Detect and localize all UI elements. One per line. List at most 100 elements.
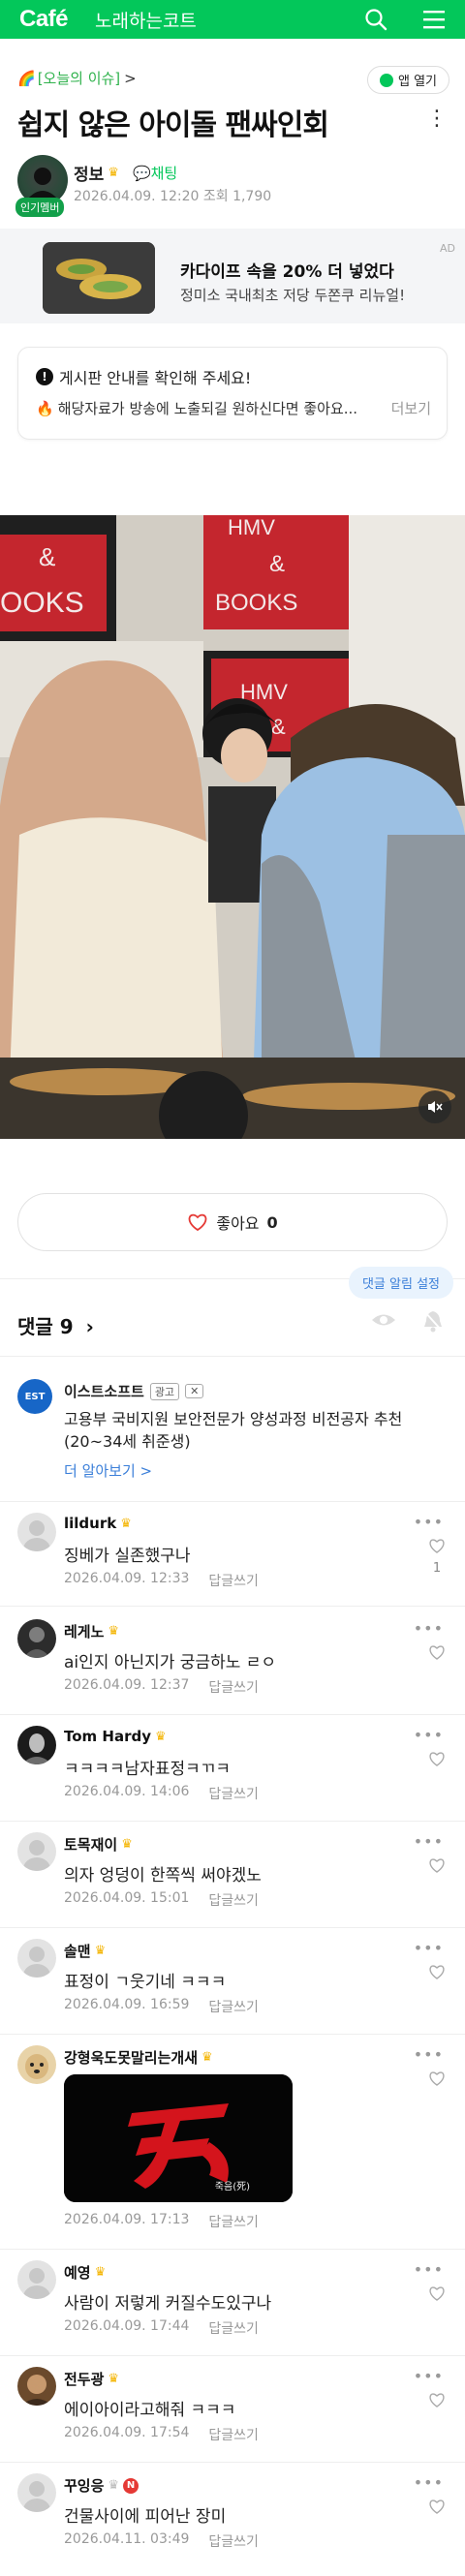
ad-banner[interactable]: 카다이프 속을 20% 더 넣었다 정미소 국내최초 저당 두쫀쿠 리뉴얼! A… bbox=[0, 229, 465, 323]
comment-more-icon[interactable]: ••• bbox=[414, 2260, 444, 2279]
reply-button[interactable]: 답글쓰기 bbox=[208, 1890, 259, 1910]
avatar[interactable] bbox=[17, 1726, 56, 1764]
rainbow-icon: 🌈 bbox=[17, 69, 36, 87]
comment-author[interactable]: 레게노 bbox=[64, 1621, 104, 1641]
avatar[interactable] bbox=[17, 2367, 56, 2406]
reply-button[interactable]: 답글쓰기 bbox=[208, 2318, 259, 2338]
comment-like-button[interactable] bbox=[428, 2392, 446, 2411]
notice-more-link[interactable]: 더보기 bbox=[391, 398, 431, 418]
reply-button[interactable]: 답글쓰기 bbox=[208, 1997, 259, 2016]
comment-like-button[interactable]: 1 bbox=[428, 1538, 446, 1576]
post-title: 쉽지 않은 아이돌 팬싸인회 bbox=[17, 108, 329, 142]
crown-icon: ♛ bbox=[94, 2265, 107, 2280]
sign1-amp: & bbox=[269, 551, 285, 577]
comment-more-icon[interactable]: ••• bbox=[414, 1513, 444, 1531]
info-icon: ! bbox=[36, 368, 53, 385]
avatar[interactable] bbox=[17, 1832, 56, 1871]
cafe-logo[interactable]: Café bbox=[19, 6, 69, 33]
comment-text: 사람이 저렇게 커질수도있구나 bbox=[64, 2294, 272, 2314]
mute-button[interactable] bbox=[418, 1090, 451, 1123]
comment-author[interactable]: 전두광 bbox=[64, 2369, 104, 2389]
avatar[interactable] bbox=[17, 2045, 56, 2084]
reply-button[interactable]: 답글쓰기 bbox=[208, 2212, 259, 2231]
reply-button[interactable]: 답글쓰기 bbox=[208, 2425, 259, 2444]
crown-icon: ♛ bbox=[121, 1837, 133, 1852]
comment-like-count: 1 bbox=[432, 1561, 442, 1576]
open-app-button[interactable]: 앱 열기 bbox=[366, 66, 450, 94]
comment-text: 징베가 실존했구나 bbox=[64, 1547, 191, 1566]
avatar[interactable] bbox=[17, 1619, 56, 1658]
board-notice[interactable]: ! 게시판 안내를 확인해 주세요! 🔥 해당자료가 방송에 노출되길 원하신다… bbox=[17, 347, 448, 440]
crown-icon: ♛ bbox=[202, 2050, 213, 2065]
post-meta: 2026.04.09. 12:20 조회 1,790 bbox=[74, 189, 272, 204]
like-count: 0 bbox=[266, 1212, 278, 1232]
bell-off-icon[interactable] bbox=[422, 1309, 444, 1336]
close-icon[interactable]: ✕ bbox=[185, 1384, 204, 1398]
avatar[interactable] bbox=[17, 1513, 56, 1551]
post-video[interactable]: & OOKS HMV & BOOKS HMV & bbox=[0, 515, 465, 1139]
comment-like-button[interactable] bbox=[428, 2285, 446, 2305]
crown-icon: ♛ bbox=[94, 1944, 107, 1958]
search-icon[interactable] bbox=[364, 8, 388, 31]
heart-icon bbox=[429, 1645, 445, 1660]
comment-like-button[interactable] bbox=[428, 1644, 446, 1664]
new-badge: N bbox=[123, 2477, 140, 2494]
today-issue-link[interactable]: 🌈 [오늘의 이슈] > bbox=[17, 68, 137, 88]
comment-author[interactable]: Tom Hardy bbox=[64, 1728, 151, 1745]
chat-icon: 💬 bbox=[132, 165, 151, 182]
comment-like-button[interactable] bbox=[428, 1857, 446, 1877]
crown-icon: ♛ bbox=[108, 2478, 120, 2493]
comment-author[interactable]: 토목재이 bbox=[64, 1834, 117, 1855]
ad-comment-header: 이스트소프트 광고 ✕ bbox=[64, 1381, 204, 1401]
reply-button[interactable]: 답글쓰기 bbox=[208, 2531, 259, 2551]
ad-tag: AD bbox=[440, 242, 455, 255]
ad-comment-body[interactable]: 고용부 국비지원 보안전문가 양성과정 비전공자 추천 (20~34세 취준생) bbox=[64, 1408, 451, 1453]
more-options-icon[interactable]: ⋮ bbox=[426, 108, 448, 130]
reply-button[interactable]: 답글쓰기 bbox=[208, 1784, 259, 1803]
chat-button[interactable]: 💬채팅 bbox=[133, 163, 177, 183]
comment-more-icon[interactable]: ••• bbox=[414, 2045, 444, 2064]
comment-more-icon[interactable]: ••• bbox=[414, 2473, 444, 2492]
like-button[interactable]: 좋아요 0 bbox=[17, 1193, 448, 1251]
avatar[interactable] bbox=[17, 2260, 56, 2299]
ad-badge-label: 광고 bbox=[154, 1385, 175, 1398]
cafe-name[interactable]: 노래하는코트 bbox=[95, 7, 197, 33]
comment-more-icon[interactable]: ••• bbox=[414, 1832, 444, 1851]
comment-more-icon[interactable]: ••• bbox=[414, 1726, 444, 1744]
advertiser-logo[interactable]: EST bbox=[17, 1379, 52, 1414]
learn-more-link[interactable]: 더 알아보기 > bbox=[64, 1460, 152, 1481]
comment-author[interactable]: 예영 bbox=[64, 2262, 91, 2283]
comment-like-button[interactable] bbox=[428, 1964, 446, 1983]
comment-author[interactable]: 꾸잉응 bbox=[64, 2475, 104, 2496]
comment-more-icon[interactable]: ••• bbox=[414, 1619, 444, 1638]
comment-like-button[interactable] bbox=[428, 1751, 446, 1770]
avatar[interactable] bbox=[17, 2473, 56, 2512]
comment-like-button[interactable] bbox=[428, 2499, 446, 2518]
comment-author[interactable]: lildurk bbox=[64, 1515, 116, 1532]
ad-title: 카다이프 속을 20% 더 넣었다 bbox=[180, 262, 394, 282]
comment-author[interactable]: 강형욱도못말리는개새 bbox=[64, 2047, 198, 2068]
advertiser-name[interactable]: 이스트소프트 bbox=[64, 1381, 144, 1401]
comment-like-button[interactable] bbox=[428, 2070, 446, 2090]
comment-alarm-setting-button[interactable]: 댓글 알림 설정 bbox=[348, 1267, 453, 1299]
like-label: 좋아요 bbox=[216, 1214, 260, 1233]
comments-count: 댓글 9 bbox=[17, 1315, 74, 1338]
heart-icon bbox=[429, 1858, 445, 1873]
reply-button[interactable]: 답글쓰기 bbox=[208, 1571, 259, 1590]
eye-icon[interactable] bbox=[370, 1309, 397, 1336]
heart-icon bbox=[429, 1965, 445, 1979]
menu-icon[interactable] bbox=[422, 9, 446, 30]
left-sign-amp: & bbox=[39, 542, 55, 571]
comments-header[interactable]: 댓글 9 › bbox=[17, 1311, 94, 1339]
comment-author[interactable]: 솔맨 bbox=[64, 1941, 91, 1961]
issue-label: [오늘의 이슈] bbox=[37, 70, 121, 87]
comment-date: 2026.04.09. 12:37 bbox=[64, 1677, 190, 1693]
reply-button[interactable]: 답글쓰기 bbox=[208, 1677, 259, 1697]
avatar[interactable] bbox=[17, 1939, 56, 1978]
author-name[interactable]: 정보 bbox=[74, 161, 104, 185]
comment-more-icon[interactable]: ••• bbox=[414, 1939, 444, 1957]
fire-icon: 🔥 bbox=[36, 399, 54, 417]
heart-icon bbox=[429, 2071, 445, 2086]
comment-more-icon[interactable]: ••• bbox=[414, 2367, 444, 2385]
heart-icon bbox=[429, 2286, 445, 2301]
